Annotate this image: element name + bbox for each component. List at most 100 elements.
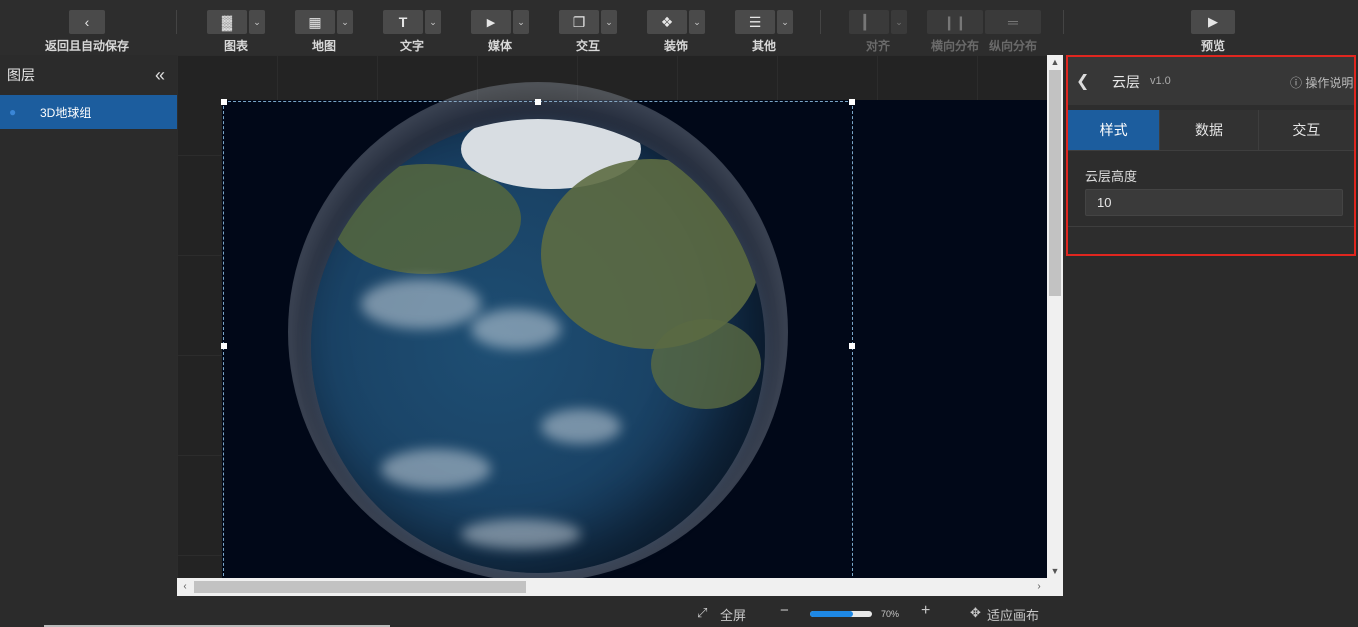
resize-handle[interactable] [221,99,227,105]
property-title: 云层 [1112,74,1140,90]
vertical-distribute-icon: ═ [985,10,1041,34]
tab-data[interactable]: 数据 [1160,110,1259,150]
map-icon: ▦ [295,10,335,34]
property-tabs: 样式 数据 交互 [1068,110,1354,151]
text-menu-label: 文字 [399,39,424,53]
cloud-puff [471,309,561,349]
cloud-height-label: 云层高度 [1085,169,1138,184]
horizontal-scroll-thumb[interactable] [194,581,526,593]
h-distribute-button[interactable]: ❙❙ 横向分布 [927,10,983,54]
chevron-down-icon[interactable]: ⌄ [513,10,529,34]
chevron-down-icon[interactable]: ⌄ [891,10,907,34]
vertical-scroll-thumb[interactable] [1049,70,1061,296]
chevron-left-icon: ‹ [69,10,105,34]
chevron-down-icon[interactable]: ⌄ [249,10,265,34]
earth-globe [311,119,765,573]
scroll-down-icon[interactable]: ▼ [1047,564,1063,578]
property-panel: ❮ 云层 v1.0 ⓘ 操作说明 样式 数据 交互 云层高度 [1063,55,1358,627]
back-save-label: 返回且自动保存 [44,39,129,53]
back-save-button[interactable]: ‹ 返回且自动保存 [44,10,130,54]
tab-style[interactable]: 样式 [1068,110,1161,150]
toolbar-divider [1063,10,1064,34]
layer-item-3d-earth-group[interactable]: ● 3D地球组 [0,95,177,129]
v-distribute-button[interactable]: ═ 纵向分布 [985,10,1041,54]
toolbar-divider [820,10,821,34]
chevron-down-icon[interactable]: ⌄ [689,10,705,34]
cloud-height-input[interactable] [1085,189,1343,216]
interact-menu-button[interactable]: ❐ ⌄ 交互 [559,10,617,54]
text-menu-button[interactable]: T ⌄ 文字 [383,10,441,54]
preview-button[interactable]: ▶ 预览 [1190,10,1236,54]
scroll-left-icon[interactable]: ‹ [177,578,193,596]
resize-handle[interactable] [535,99,541,105]
interact-menu-label: 交互 [575,39,600,53]
play-icon: ▶ [1191,10,1235,34]
chevron-left-icon[interactable]: ❮ [1076,71,1089,91]
mexico-landmass [651,319,761,409]
decoration-menu-label: 装饰 [663,39,688,53]
fullscreen-button[interactable]: 全屏 [720,605,746,624]
zoom-slider-fill [810,611,854,617]
chart-menu-label: 图表 [223,39,248,53]
decoration-icon: ❖ [647,10,687,34]
chart-menu-button[interactable]: ▓ ⌄ 图表 [207,10,265,54]
chevron-down-icon[interactable]: ⌄ [601,10,617,34]
divider [1068,226,1354,227]
fullscreen-icon[interactable]: ⤢ [697,605,707,621]
asia-landmass [331,164,521,274]
media-menu-label: 媒体 [487,39,512,53]
double-chevron-left-icon[interactable]: « [155,65,165,86]
preview-label: 预览 [1200,39,1225,53]
resize-handle[interactable] [849,99,855,105]
cloud-puff [541,409,621,444]
layer-panel-title: 图层 [7,67,35,83]
horizontal-scrollbar[interactable]: ‹ › [177,578,1047,596]
vertical-scrollbar[interactable]: ▲ ▼ [1047,55,1063,578]
zoom-in-button[interactable]: + [921,602,930,620]
resize-handle[interactable] [221,343,227,349]
fit-canvas-button[interactable]: 适应画布 [987,605,1039,624]
property-header: ❮ 云层 v1.0 ⓘ 操作说明 [1068,57,1354,105]
map-menu-label: 地图 [311,39,336,53]
interaction-icon: ❐ [559,10,599,34]
north-america-landmass [541,159,761,349]
editor-canvas[interactable] [177,55,1047,578]
version-badge: v1.0 [1150,75,1171,87]
scroll-corner [1047,578,1063,596]
scroll-right-icon[interactable]: › [1031,578,1047,596]
align-menu-button[interactable]: ▎ ⌄ 对齐 [849,10,907,54]
tab-interaction[interactable]: 交互 [1259,110,1354,150]
cloud-layer-properties: ❮ 云层 v1.0 ⓘ 操作说明 样式 数据 交互 云层高度 [1066,55,1356,256]
chevron-down-icon[interactable]: ⌄ [777,10,793,34]
chevron-down-icon[interactable]: ⌄ [425,10,441,34]
cloud-puff [381,449,491,489]
bottom-bar: ⤢ 全屏 − 70% + ✥ 适应画布 [177,596,1063,627]
v-distribute-label: 纵向分布 [988,39,1037,53]
text-icon: T [383,10,423,34]
globe-icon: ● [9,105,17,119]
list-icon: ☰ [735,10,775,34]
earth-3d-widget[interactable] [221,82,855,578]
cloud-puff [461,519,581,549]
chevron-down-icon[interactable]: ⌄ [337,10,353,34]
scroll-up-icon[interactable]: ▲ [1047,55,1063,69]
fit-canvas-icon[interactable]: ✥ [970,605,981,621]
zoom-out-button[interactable]: − [780,602,789,619]
toolbar-divider [176,10,177,34]
decoration-menu-button[interactable]: ❖ ⌄ 装饰 [647,10,705,54]
bar-chart-icon: ▓ [207,10,247,34]
layer-panel-header: 图层 « [0,55,177,95]
resize-handle[interactable] [849,343,855,349]
align-menu-label: 对齐 [865,39,890,53]
layer-panel: 图层 « ● 3D地球组 [0,55,177,627]
layer-item-label: 3D地球组 [40,105,92,120]
help-link[interactable]: ⓘ 操作说明 [1290,74,1353,91]
media-menu-button[interactable]: ▶ ⌄ 媒体 [471,10,529,54]
other-menu-button[interactable]: ☰ ⌄ 其他 [735,10,793,54]
map-menu-button[interactable]: ▦ ⌄ 地图 [295,10,353,54]
video-icon: ▶ [471,10,511,34]
zoom-slider[interactable] [810,611,872,617]
zoom-value: 70% [881,609,900,619]
align-left-icon: ▎ [849,10,889,34]
horizontal-distribute-icon: ❙❙ [927,10,983,34]
